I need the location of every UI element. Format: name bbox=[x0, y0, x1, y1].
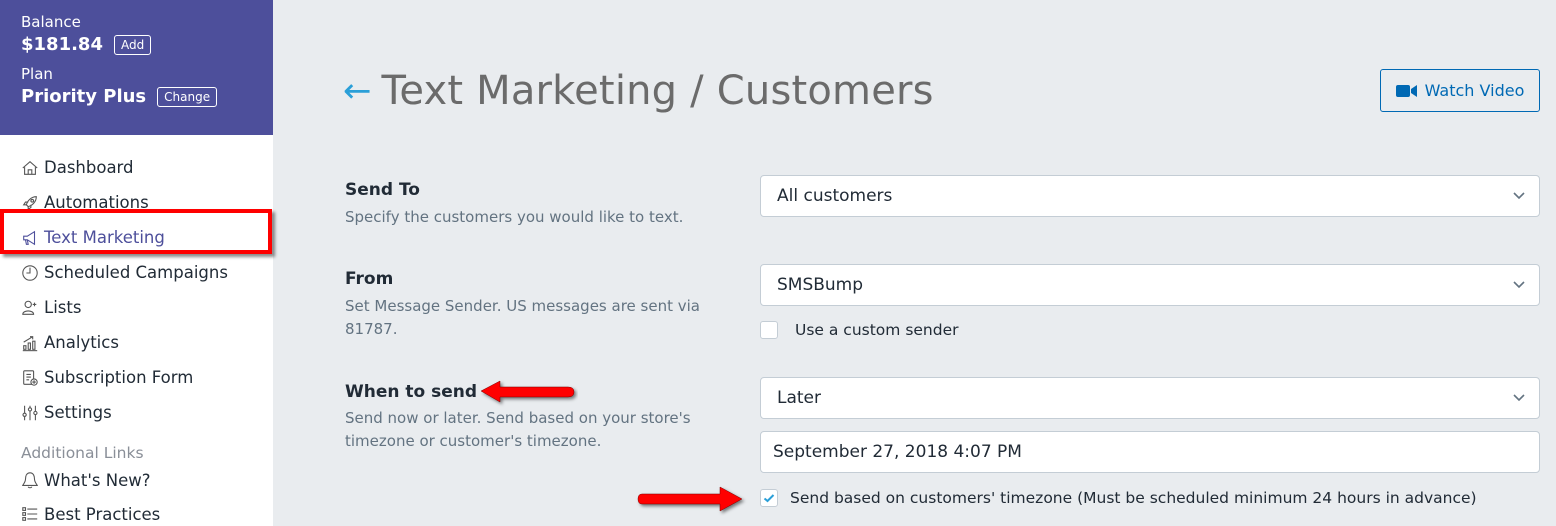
sidebar-item-settings[interactable]: Settings bbox=[0, 395, 273, 430]
from-select[interactable]: SMSBump bbox=[760, 264, 1540, 306]
sidebar-item-label: Lists bbox=[44, 298, 82, 317]
form-icon bbox=[20, 368, 40, 388]
sidebar-item-label: What's New? bbox=[44, 470, 151, 490]
sidebar-item-analytics[interactable]: Analytics bbox=[0, 325, 273, 360]
timezone-row: Send based on customers' timezone (Must … bbox=[760, 489, 1477, 507]
sidebar-item-label: Scheduled Campaigns bbox=[44, 263, 228, 282]
clock-icon bbox=[20, 263, 40, 283]
sidebar-item-whats-new[interactable]: What's New? bbox=[0, 463, 273, 497]
sidebar-item-text-marketing[interactable]: Text Marketing bbox=[0, 220, 273, 255]
custom-sender-row: Use a custom sender bbox=[760, 321, 959, 339]
timezone-label: Send based on customers' timezone (Must … bbox=[790, 489, 1477, 507]
timezone-checkbox[interactable] bbox=[760, 489, 778, 507]
sidebar-item-label: Automations bbox=[44, 193, 149, 212]
page-header: ← Text Marketing / Customers bbox=[343, 68, 934, 114]
sidebar-item-dashboard[interactable]: Dashboard bbox=[0, 150, 273, 185]
when-to-send-label: When to send bbox=[345, 382, 478, 402]
page-title: Text Marketing / Customers bbox=[381, 68, 934, 114]
sidebar: Balance $181.84 Add Plan Priority Plus C… bbox=[0, 0, 273, 526]
schedule-datetime-input[interactable] bbox=[760, 431, 1540, 473]
add-balance-button[interactable]: Add bbox=[113, 35, 152, 55]
bell-icon bbox=[20, 470, 40, 490]
sidebar-item-lists[interactable]: Lists bbox=[0, 290, 273, 325]
sidebar-item-label: Dashboard bbox=[44, 158, 134, 177]
send-to-value: All customers bbox=[777, 186, 893, 206]
when-to-send-value: Later bbox=[777, 388, 822, 408]
rocket-icon bbox=[20, 193, 40, 213]
checkmark-icon bbox=[763, 494, 775, 503]
arrow-left-icon[interactable]: ← bbox=[343, 74, 372, 108]
custom-sender-label: Use a custom sender bbox=[795, 321, 959, 339]
sidebar-item-label: Subscription Form bbox=[44, 368, 194, 387]
sidebar-item-label: Text Marketing bbox=[44, 228, 165, 247]
balance-value: $181.84 bbox=[21, 34, 103, 55]
plan-value: Priority Plus bbox=[21, 86, 147, 107]
sidebar-item-automations[interactable]: Automations bbox=[0, 185, 273, 220]
account-panel: Balance $181.84 Add Plan Priority Plus C… bbox=[0, 0, 273, 135]
send-to-help: Specify the customers you would like to … bbox=[345, 208, 684, 226]
watch-video-button[interactable]: Watch Video bbox=[1380, 69, 1540, 112]
chevron-down-icon bbox=[1513, 192, 1525, 200]
chevron-down-icon bbox=[1513, 394, 1525, 402]
sidebar-item-label: Settings bbox=[44, 403, 112, 422]
sliders-icon bbox=[20, 403, 40, 423]
sidebar-item-best-practices[interactable]: Best Practices bbox=[0, 497, 273, 526]
megaphone-icon bbox=[20, 228, 40, 248]
video-camera-icon bbox=[1395, 84, 1417, 97]
send-to-select[interactable]: All customers bbox=[760, 175, 1540, 217]
watch-video-label: Watch Video bbox=[1424, 81, 1525, 100]
sidebar-item-label: Analytics bbox=[44, 333, 119, 352]
sidebar-item-scheduled-campaigns[interactable]: Scheduled Campaigns bbox=[0, 255, 273, 290]
home-icon bbox=[20, 158, 40, 178]
chart-icon bbox=[20, 333, 40, 353]
plan-label: Plan bbox=[21, 65, 53, 83]
chevron-down-icon bbox=[1513, 281, 1525, 289]
custom-sender-checkbox[interactable] bbox=[760, 321, 778, 339]
sidebar-item-subscription-form[interactable]: Subscription Form bbox=[0, 360, 273, 395]
from-label: From bbox=[345, 269, 394, 289]
list-icon bbox=[20, 504, 40, 524]
from-value: SMSBump bbox=[777, 275, 864, 295]
sidebar-item-label: Best Practices bbox=[44, 504, 161, 524]
when-to-send-help: Send now or later. Send based on your st… bbox=[345, 409, 691, 450]
change-plan-button[interactable]: Change bbox=[157, 87, 218, 107]
user-add-icon bbox=[20, 298, 40, 318]
balance-label: Balance bbox=[21, 13, 81, 31]
additional-links-heading: Additional Links bbox=[21, 444, 144, 462]
main-content: ← Text Marketing / Customers Watch Video… bbox=[273, 0, 1556, 526]
when-to-send-select[interactable]: Later bbox=[760, 377, 1540, 419]
sidebar-nav: Dashboard Automations Text Marketing Sch… bbox=[0, 135, 273, 526]
from-help: Set Message Sender. US messages are sent… bbox=[345, 297, 700, 338]
send-to-label: Send To bbox=[345, 180, 420, 200]
